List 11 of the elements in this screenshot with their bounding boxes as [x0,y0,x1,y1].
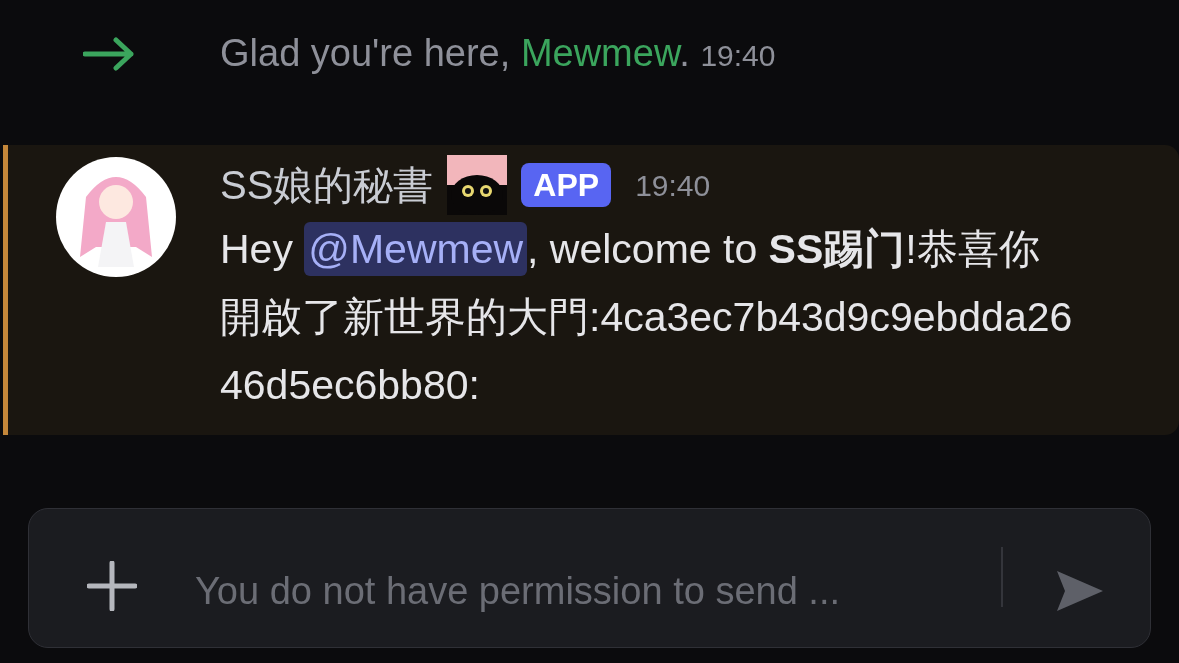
author-name[interactable]: SS娘的秘書 [220,155,434,215]
message-composer[interactable]: You do not have permission to send ... [28,508,1151,648]
app-badge: APP [521,163,612,207]
timestamp: 19:40 [635,167,711,204]
message-text: Hey @Mewmew, welcome to SS踢门!恭喜你開啟了新世界的大門:4ca3ec7b43d9c9ebdda2646d5ec6bb80: [220,215,1109,419]
plus-icon[interactable] [87,561,137,611]
send-icon[interactable] [1055,569,1105,613]
username-link[interactable]: Mewmew [520,32,680,74]
mention-link[interactable]: @Mewmew [304,222,528,276]
system-message: Glad you're here, Mewmew. 19:40 [220,31,776,76]
arrow-icon [83,36,135,71]
